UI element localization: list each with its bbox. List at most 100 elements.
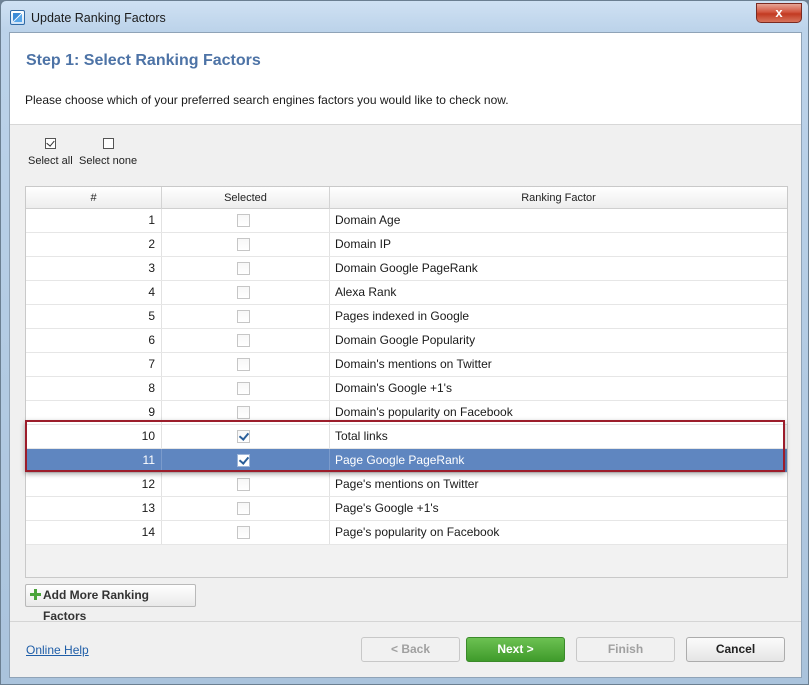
- finish-button[interactable]: Finish: [576, 637, 675, 662]
- row-ranking-factor: Pages indexed in Google: [335, 309, 470, 323]
- row-selected-cell: [162, 257, 330, 280]
- row-number: 13: [26, 497, 162, 520]
- row-ranking-factor: Page's Google +1's: [335, 501, 439, 515]
- row-checkbox[interactable]: [237, 286, 250, 299]
- add-more-label: Add More Ranking Factors: [43, 588, 150, 623]
- row-selected-cell: [162, 233, 330, 256]
- table-row[interactable]: 13 Page's Google +1's: [26, 497, 787, 521]
- row-selected-cell: [162, 425, 330, 448]
- row-selected-cell: [162, 497, 330, 520]
- row-selected-cell: [162, 449, 330, 472]
- row-ranking-factor: Total links: [335, 429, 388, 443]
- row-checkbox[interactable]: [237, 406, 250, 419]
- checkbox-empty-icon: [102, 138, 114, 149]
- table-row[interactable]: 9 Domain's popularity on Facebook: [26, 401, 787, 425]
- title-bar[interactable]: Update Ranking Factors x: [1, 1, 808, 33]
- row-ranking-factor: Domain's popularity on Facebook: [335, 405, 513, 419]
- row-number: 10: [26, 425, 162, 448]
- row-checkbox[interactable]: [237, 430, 250, 443]
- row-number: 6: [26, 329, 162, 352]
- row-selected-cell: [162, 401, 330, 424]
- row-checkbox[interactable]: [237, 382, 250, 395]
- row-selected-cell: [162, 473, 330, 496]
- row-ranking-factor: Page Google PageRank: [335, 453, 465, 467]
- row-number: 1: [26, 209, 162, 232]
- row-ranking-factor: Page's popularity on Facebook: [335, 525, 500, 539]
- checkbox-checked-icon: [44, 138, 56, 149]
- row-number: 14: [26, 521, 162, 544]
- row-checkbox[interactable]: [237, 310, 250, 323]
- row-checkbox[interactable]: [237, 526, 250, 539]
- row-ranking-factor: Domain Google PageRank: [335, 261, 478, 275]
- row-number: 2: [26, 233, 162, 256]
- row-ranking-factor: Domain Google Popularity: [335, 333, 476, 347]
- table-row[interactable]: 7 Domain's mentions on Twitter: [26, 353, 787, 377]
- step-title: Step 1: Select Ranking Factors: [26, 52, 261, 69]
- row-ranking-factor: Domain Age: [335, 213, 401, 227]
- row-selected-cell: [162, 377, 330, 400]
- back-button[interactable]: < Back: [361, 637, 460, 662]
- row-ranking-factor: Page's mentions on Twitter: [335, 477, 479, 491]
- row-selected-cell: [162, 521, 330, 544]
- row-checkbox[interactable]: [237, 262, 250, 275]
- table-row[interactable]: 14 Page's popularity on Facebook: [26, 521, 787, 545]
- wizard-header: Step 1: Select Ranking Factors Please ch…: [10, 33, 801, 125]
- row-number: 5: [26, 305, 162, 328]
- row-checkbox[interactable]: [237, 454, 250, 467]
- row-number: 8: [26, 377, 162, 400]
- row-ranking-factor: Domain IP: [335, 237, 392, 251]
- row-checkbox[interactable]: [237, 502, 250, 515]
- row-selected-cell: [162, 305, 330, 328]
- table-row[interactable]: 11 Page Google PageRank: [26, 449, 787, 473]
- table-row[interactable]: 5 Pages indexed in Google: [26, 305, 787, 329]
- row-selected-cell: [162, 209, 330, 232]
- table-row[interactable]: 3 Domain Google PageRank: [26, 257, 787, 281]
- column-header-number[interactable]: #: [26, 187, 162, 209]
- row-selected-cell: [162, 281, 330, 304]
- row-number: 9: [26, 401, 162, 424]
- select-none-label: Select none: [79, 155, 138, 167]
- cancel-button[interactable]: Cancel: [686, 637, 785, 662]
- row-ranking-factor: Domain's Google +1's: [335, 381, 452, 395]
- row-number: 3: [26, 257, 162, 280]
- table-row[interactable]: 8 Domain's Google +1's: [26, 377, 787, 401]
- dialog-client-area: Step 1: Select Ranking Factors Please ch…: [9, 32, 802, 678]
- close-button[interactable]: x: [756, 3, 802, 23]
- add-more-ranking-factors-button[interactable]: Add More Ranking Factors: [25, 584, 196, 623]
- table-body: 1 Domain Age 2 Domain IP 3 Domain Google Page…: [26, 209, 787, 545]
- row-checkbox[interactable]: [237, 478, 250, 491]
- window-title: Update Ranking Factors: [31, 11, 166, 25]
- app-icon: [10, 10, 25, 25]
- select-all-button[interactable]: Select all: [28, 138, 73, 167]
- row-checkbox[interactable]: [237, 358, 250, 371]
- select-all-label: Select all: [28, 155, 73, 167]
- row-checkbox[interactable]: [237, 334, 250, 347]
- row-ranking-factor: Domain's mentions on Twitter: [335, 357, 492, 371]
- table-header: # Selected Ranking Factor: [26, 187, 787, 209]
- row-selected-cell: [162, 353, 330, 376]
- row-checkbox[interactable]: [237, 238, 250, 251]
- row-selected-cell: [162, 329, 330, 352]
- table-row[interactable]: 12 Page's mentions on Twitter: [26, 473, 787, 497]
- ranking-factors-table: # Selected Ranking Factor 1 Domain Age 2 Do…: [25, 186, 788, 578]
- table-row[interactable]: 1 Domain Age: [26, 209, 787, 233]
- table-row[interactable]: 10 Total links: [26, 425, 787, 449]
- close-icon: x: [775, 5, 783, 20]
- step-description: Please choose which of your preferred se…: [25, 93, 509, 107]
- select-none-button[interactable]: Select none: [79, 138, 137, 167]
- footer-divider: [10, 621, 801, 622]
- dialog-window: Update Ranking Factors x Step 1: Select …: [0, 0, 809, 685]
- table-row[interactable]: 4 Alexa Rank: [26, 281, 787, 305]
- row-number: 7: [26, 353, 162, 376]
- column-header-ranking-factor[interactable]: Ranking Factor: [330, 187, 787, 209]
- row-ranking-factor: Alexa Rank: [335, 285, 397, 299]
- column-header-selected[interactable]: Selected: [162, 187, 330, 209]
- table-row[interactable]: 6 Domain Google Popularity: [26, 329, 787, 353]
- row-checkbox[interactable]: [237, 214, 250, 227]
- next-button[interactable]: Next >: [466, 637, 565, 662]
- row-number: 11: [26, 449, 162, 472]
- online-help-link[interactable]: Online Help: [26, 643, 89, 657]
- table-row[interactable]: 2 Domain IP: [26, 233, 787, 257]
- plus-icon: [30, 589, 41, 600]
- row-number: 12: [26, 473, 162, 496]
